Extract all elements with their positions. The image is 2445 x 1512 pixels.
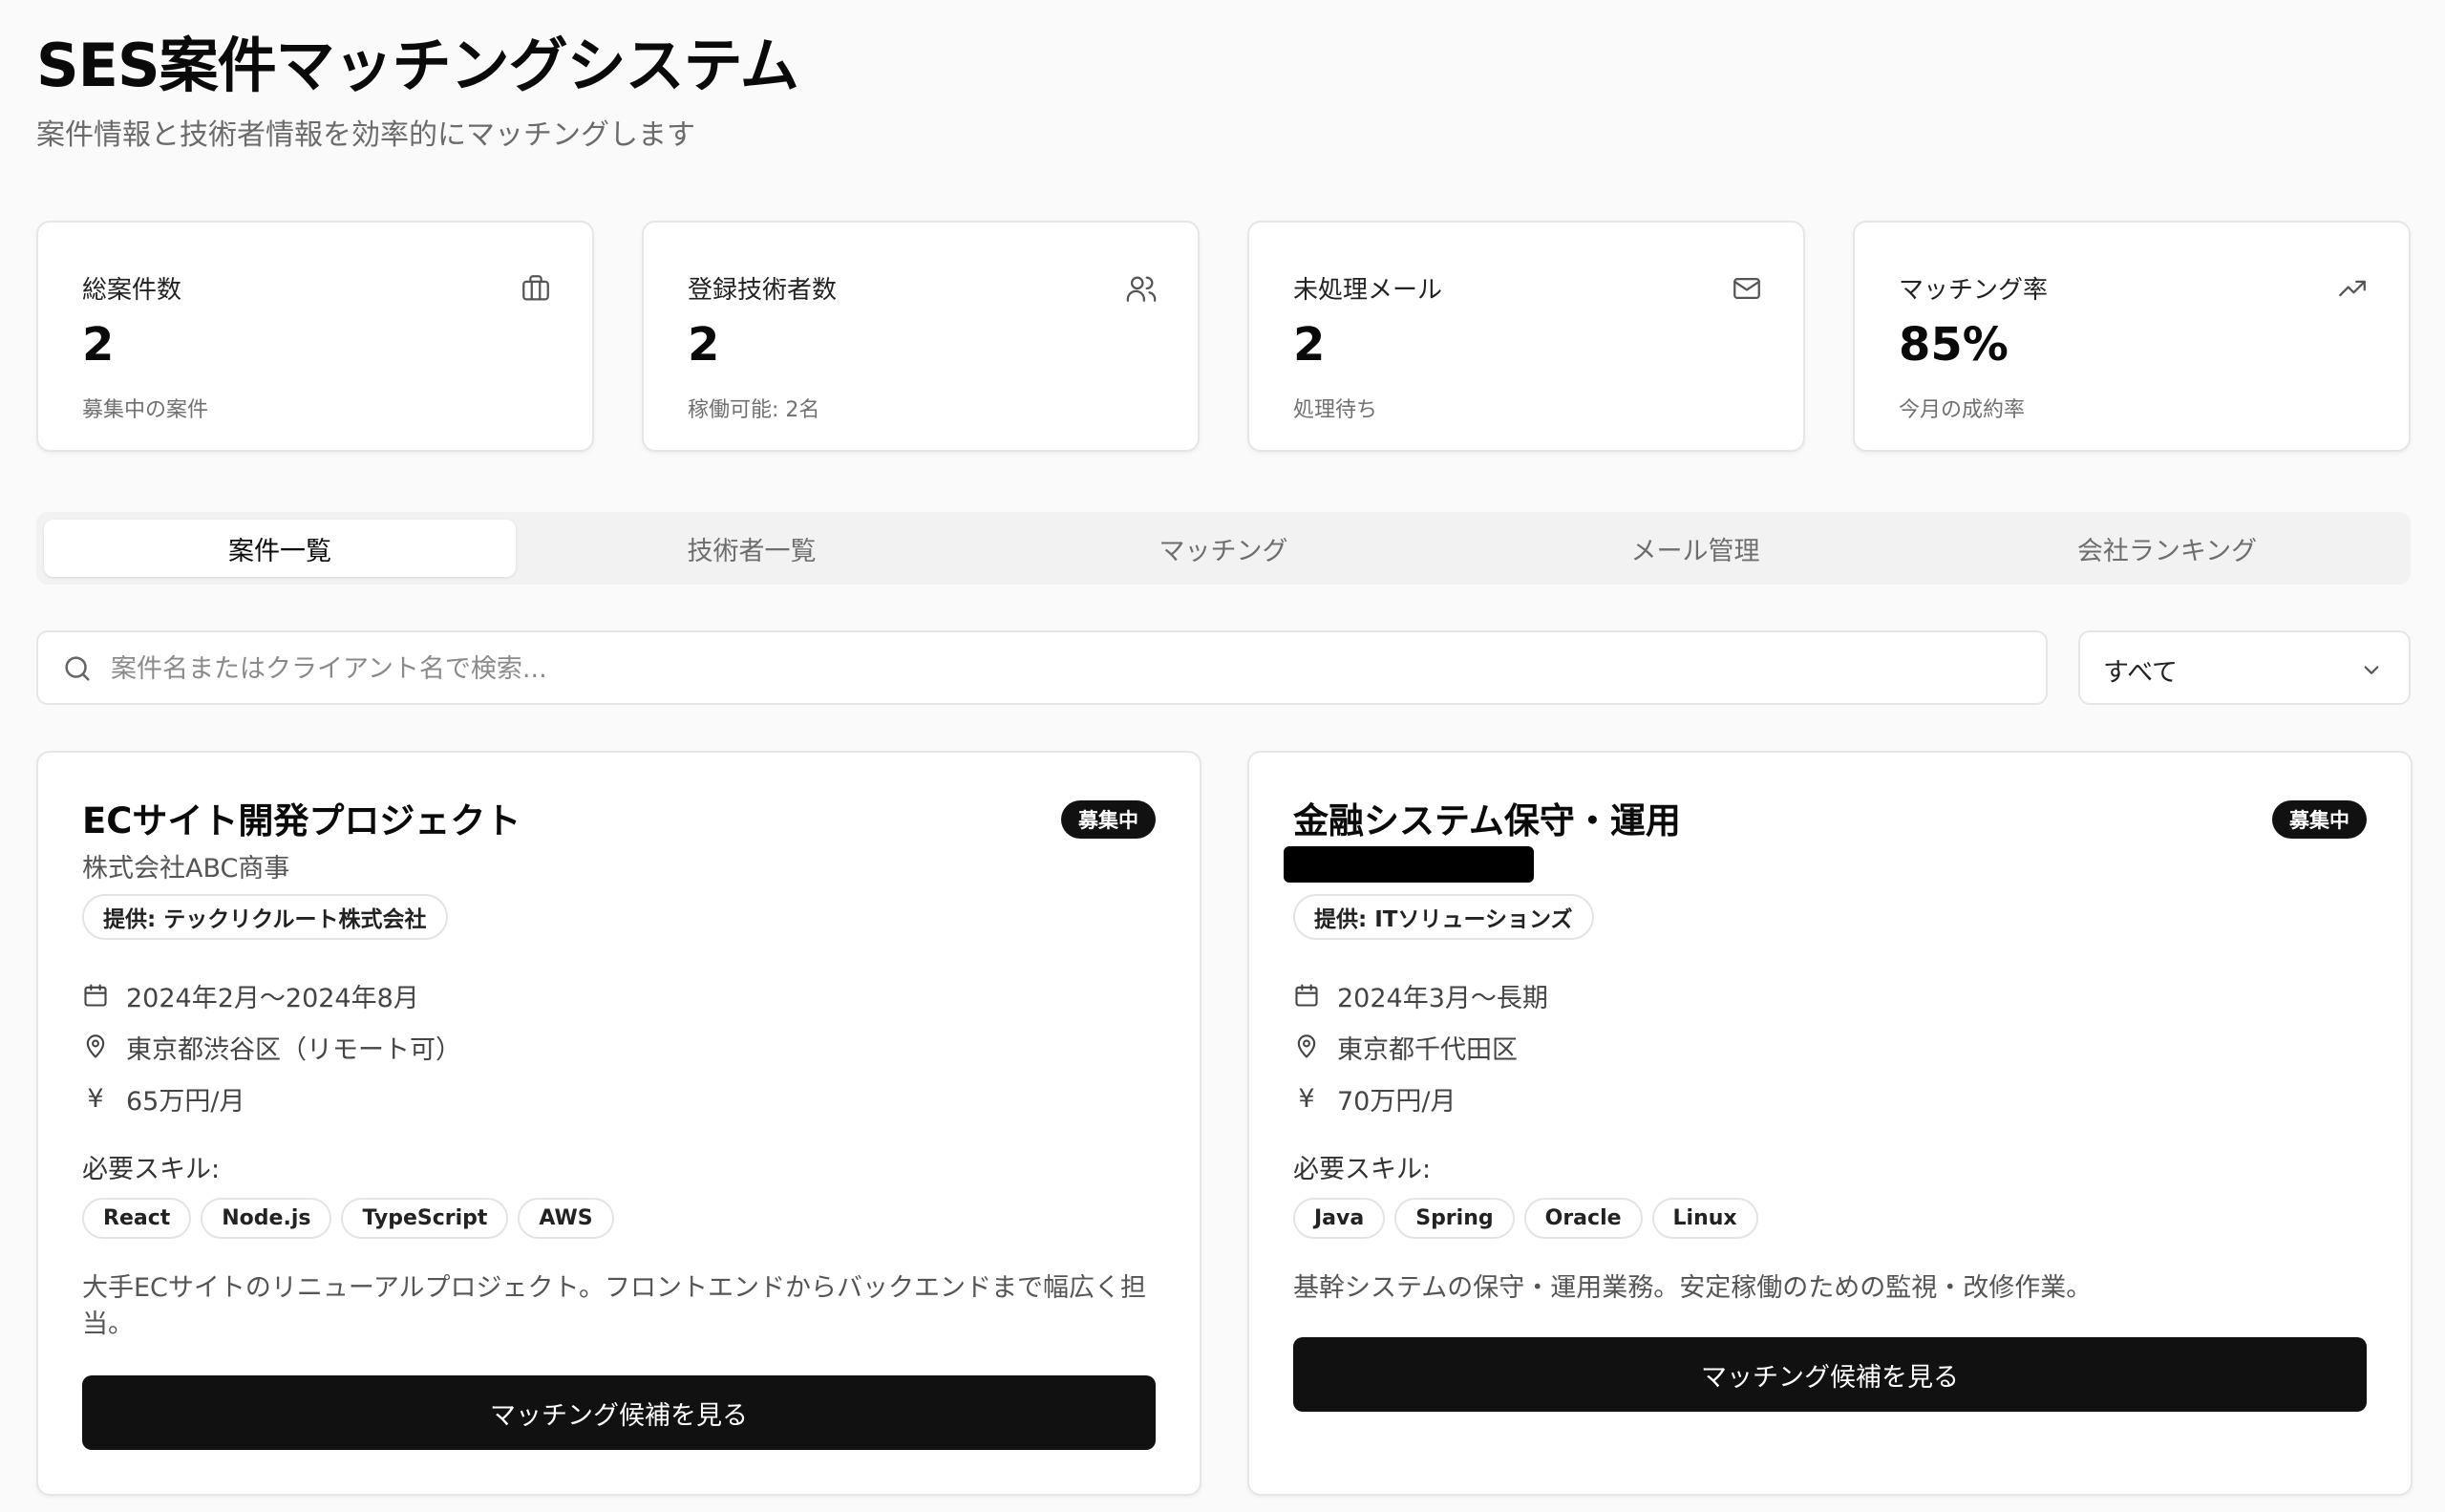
skill-tag: Java: [1293, 1198, 1386, 1239]
filter-selected-value: すべて: [2103, 658, 2179, 688]
location-row: 東京都渋谷区（リモート可）: [82, 1028, 461, 1066]
page-title: SES案件マッチングシステム: [36, 31, 799, 100]
calendar-icon: [84, 984, 107, 1007]
skills-list: Java Spring Oracle Linux: [1293, 1198, 1758, 1239]
project-title: 金融システム保守・運用: [1293, 800, 1681, 841]
skill-tag: React: [82, 1198, 192, 1239]
project-location: 東京都渋谷区（リモート可）: [126, 1034, 461, 1065]
status-badge: 募集中: [1061, 800, 1156, 839]
period-row: 2024年2月～2024年8月: [82, 976, 419, 1014]
project-period: 2024年3月～長期: [1337, 983, 1548, 1013]
briefcase-icon: [522, 275, 549, 301]
view-matching-candidates-button[interactable]: マッチング候補を見る: [1293, 1337, 2367, 1412]
stat-value: 2: [688, 318, 720, 372]
project-location: 東京都千代田区: [1337, 1034, 1518, 1065]
page-subtitle: 案件情報と技術者情報を効率的にマッチングします: [36, 118, 695, 152]
stat-sub: 処理待ち: [1293, 398, 1378, 422]
tab-company-ranking[interactable]: 会社ランキング: [1931, 520, 2403, 577]
stat-sub: 稼働可能: 2名: [688, 398, 820, 422]
skills-label: 必要スキル:: [1293, 1155, 1432, 1184]
skill-tag: Oracle: [1523, 1198, 1643, 1239]
stat-label: マッチング率: [1899, 276, 2049, 305]
view-matching-candidates-button[interactable]: マッチング候補を見る: [82, 1375, 1156, 1450]
map-pin-icon: [86, 1034, 105, 1058]
stat-label: 未処理メール: [1293, 276, 1443, 305]
tab-projects[interactable]: 案件一覧: [44, 520, 516, 577]
provider-tag: 提供: テックリクルート株式会社: [82, 894, 448, 940]
skill-tag: Linux: [1651, 1198, 1758, 1239]
trending-up-icon: [2339, 280, 2366, 297]
stat-card-total-projects: 総案件数 2 募集中の案件: [36, 221, 594, 452]
project-description: 大手ECサイトのリニューアルプロジェクト。フロントエンドからバックエンドまで幅広…: [82, 1273, 1147, 1339]
search-box: [36, 630, 2048, 705]
skills-label: 必要スキル:: [82, 1155, 221, 1184]
skills-list: React Node.js TypeScript AWS: [82, 1198, 614, 1239]
rate-row: ¥ 70万円/月: [1293, 1079, 1456, 1118]
provider-tag: 提供: ITソリューションズ: [1293, 894, 1594, 940]
tab-list: 案件一覧 技術者一覧 マッチング メール管理 会社ランキング: [36, 512, 2411, 585]
yen-icon: ¥: [1298, 1083, 1315, 1114]
project-card: ECサイト開発プロジェクト 募集中 株式会社ABC商事 提供: テックリクルート…: [36, 751, 1201, 1496]
client-name: 株式会社ABC商事: [82, 854, 290, 884]
users-icon: [1126, 276, 1157, 302]
project-description: 基幹システムの保守・運用業務。安定稼働のための監視・改修作業。: [1293, 1273, 2093, 1303]
status-filter-select[interactable]: すべて: [2078, 630, 2411, 705]
stat-label: 登録技術者数: [688, 276, 838, 305]
calendar-icon: [1295, 984, 1318, 1007]
map-pin-icon: [1297, 1034, 1316, 1058]
stat-value: 2: [1293, 318, 1326, 372]
project-title: ECサイト開発プロジェクト: [82, 800, 521, 841]
location-row: 東京都千代田区: [1293, 1028, 1518, 1066]
stat-card-engineers: 登録技術者数 2 稼働可能: 2名: [642, 221, 1200, 452]
status-badge: 募集中: [2272, 800, 2367, 839]
app-page: SES案件マッチングシステム 案件情報と技術者情報を効率的にマッチングします 総…: [0, 0, 2445, 1512]
stat-sub: 募集中の案件: [82, 398, 209, 422]
stat-sub: 今月の成約率: [1899, 398, 2026, 422]
search-input[interactable]: [111, 642, 2002, 695]
skill-tag: TypeScript: [341, 1198, 509, 1239]
stat-card-unprocessed-mail: 未処理メール 2 処理待ち: [1247, 221, 1805, 452]
yen-icon: ¥: [87, 1083, 104, 1114]
tab-matching[interactable]: マッチング: [988, 520, 1459, 577]
stat-label: 総案件数: [82, 276, 182, 305]
project-rate: 65万円/月: [126, 1086, 245, 1117]
period-row: 2024年3月～長期: [1293, 976, 1548, 1014]
redaction-bar: [1284, 846, 1534, 883]
mail-icon: [1733, 277, 1760, 300]
project-card: 金融システム保守・運用 募集中 提供: ITソリューションズ 2024年3月～長…: [1247, 751, 2413, 1496]
tab-engineers[interactable]: 技術者一覧: [516, 520, 988, 577]
stat-card-matching-rate: マッチング率 85% 今月の成約率: [1853, 221, 2411, 452]
skill-tag: AWS: [518, 1198, 614, 1239]
stat-value: 2: [82, 318, 115, 372]
skill-tag: Spring: [1394, 1198, 1515, 1239]
project-rate: 70万円/月: [1337, 1086, 1456, 1117]
search-icon: [65, 656, 90, 681]
rate-row: ¥ 65万円/月: [82, 1079, 244, 1118]
chevron-down-icon: [2364, 666, 2379, 674]
stat-value: 85%: [1899, 318, 2009, 372]
project-period: 2024年2月～2024年8月: [126, 983, 419, 1013]
skill-tag: Node.js: [201, 1198, 332, 1239]
tab-mail-management[interactable]: メール管理: [1459, 520, 1931, 577]
